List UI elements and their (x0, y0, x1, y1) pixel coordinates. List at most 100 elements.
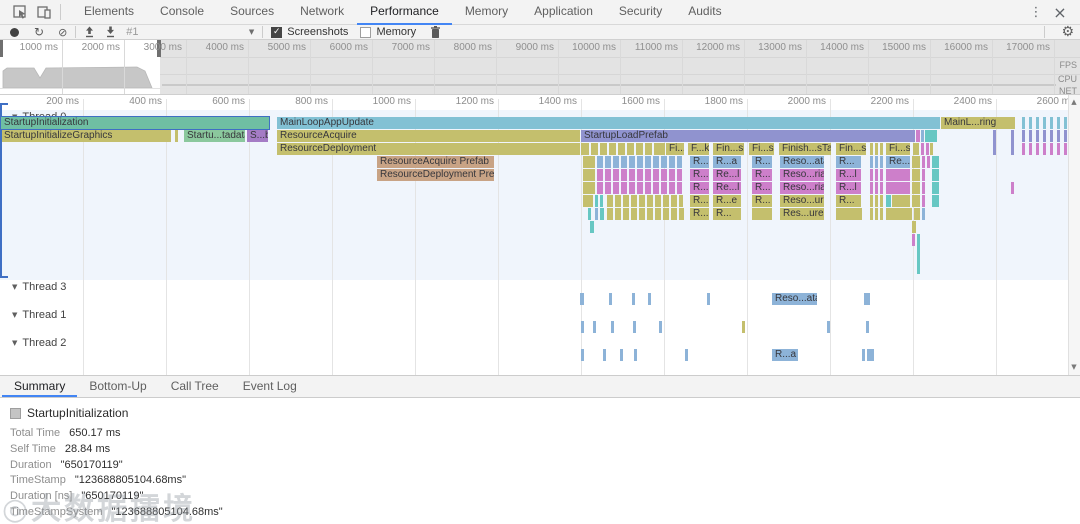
flame-segment[interactable] (1036, 117, 1039, 129)
flame-segment[interactable] (623, 208, 629, 220)
flame-segment[interactable] (886, 195, 891, 207)
flame-segment[interactable] (639, 195, 645, 207)
event-reso-ata[interactable]: Reso...ata (780, 156, 824, 168)
flame-segment[interactable] (1050, 117, 1053, 129)
event-r[interactable]: R... (836, 156, 861, 168)
flame-segment[interactable] (870, 143, 873, 155)
flame-segment[interactable] (922, 195, 925, 207)
flame-segment[interactable] (864, 293, 870, 305)
flame-segment[interactable] (583, 156, 595, 168)
flame-segment[interactable] (593, 321, 596, 333)
flame-segment[interactable] (912, 195, 920, 207)
flame-segment[interactable] (613, 156, 619, 168)
more-options-icon[interactable]: ⋮ (1024, 0, 1048, 24)
flame-segment[interactable] (609, 293, 612, 305)
tab-security[interactable]: Security (606, 0, 675, 25)
flame-segment[interactable] (671, 195, 677, 207)
flame-segment[interactable] (590, 221, 594, 233)
flame-segment[interactable] (912, 169, 920, 181)
flame-segment[interactable] (663, 208, 669, 220)
flame-segment[interactable] (922, 156, 925, 168)
flame-segment[interactable] (870, 169, 873, 181)
flame-segment[interactable] (659, 321, 662, 333)
flame-segment[interactable] (932, 182, 939, 194)
flame-segment[interactable] (647, 195, 653, 207)
flame-segment[interactable] (1029, 117, 1032, 129)
flame-segment[interactable] (583, 182, 595, 194)
event-reso-rial[interactable]: Reso...rial (780, 182, 824, 194)
flame-segment[interactable] (679, 208, 684, 220)
tab-call-tree[interactable]: Call Tree (159, 376, 231, 397)
flame-segment[interactable] (636, 143, 643, 155)
flame-segment[interactable] (1029, 130, 1032, 142)
flame-segment[interactable] (583, 195, 593, 207)
thread-header-thread-3[interactable]: ▼ Thread 3 (12, 281, 66, 293)
tab-console[interactable]: Console (147, 0, 217, 25)
flame-segment[interactable] (886, 182, 910, 194)
flame-segment[interactable] (600, 143, 607, 155)
event-r[interactable]: R... (752, 195, 772, 207)
flame-segment[interactable] (605, 182, 611, 194)
flame-segment[interactable] (1043, 130, 1046, 142)
scroll-up-icon[interactable]: ▲ (1068, 98, 1080, 106)
flame-segment[interactable] (1064, 143, 1067, 155)
event-f-k[interactable]: F...k (688, 143, 709, 155)
flame-segment[interactable] (880, 169, 883, 181)
flame-segment[interactable] (870, 195, 873, 207)
flame-segment[interactable] (595, 208, 598, 220)
event-r[interactable]: R... (752, 169, 772, 181)
flame-segment[interactable] (597, 182, 603, 194)
flame-segment[interactable] (1057, 130, 1060, 142)
flame-segment[interactable] (1043, 117, 1046, 129)
screenshots-checkbox[interactable]: ✓ (271, 26, 283, 38)
tab-performance[interactable]: Performance (357, 0, 452, 25)
event-re-l[interactable]: Re...l (713, 169, 741, 181)
flame-segment[interactable] (583, 169, 595, 181)
flame-segment[interactable] (669, 169, 675, 181)
flame-segment[interactable] (621, 182, 627, 194)
flame-segment[interactable] (632, 293, 635, 305)
flame-segment[interactable] (930, 143, 933, 155)
event-reso-rial[interactable]: Reso...rial (780, 169, 824, 181)
flame-segment[interactable] (620, 349, 623, 361)
record-button[interactable] (10, 27, 19, 37)
flame-segment[interactable] (605, 169, 611, 181)
flame-segment[interactable] (645, 169, 651, 181)
flame-segment[interactable] (926, 143, 929, 155)
event-r[interactable]: R... (836, 195, 861, 207)
event-r[interactable]: R... (690, 156, 709, 168)
flame-segment[interactable] (922, 169, 925, 181)
flame-segment[interactable] (1036, 130, 1039, 142)
flame-segment[interactable] (645, 182, 651, 194)
thread-header-thread-2[interactable]: ▼ Thread 2 (12, 337, 66, 349)
event-r[interactable]: R... (752, 156, 772, 168)
flame-segment[interactable] (880, 156, 883, 168)
flame-segment[interactable] (654, 143, 661, 155)
flame-segment[interactable] (1064, 117, 1067, 129)
event-mainl-ring[interactable]: MainL...ring (941, 117, 1015, 129)
flame-segment[interactable] (922, 208, 925, 220)
flame-segment[interactable] (663, 195, 669, 207)
flame-segment[interactable] (870, 156, 873, 168)
flame-segment[interactable] (609, 143, 616, 155)
flame-segment[interactable] (886, 208, 912, 220)
flame-segment[interactable] (867, 349, 874, 361)
event-finish-stask[interactable]: Finish...sTask (779, 143, 831, 155)
close-icon[interactable]: × (1048, 0, 1072, 24)
event-resourceacquire[interactable]: ResourceAcquire (277, 130, 580, 142)
inspect-element-icon[interactable] (8, 0, 32, 24)
flame-segment[interactable] (613, 182, 619, 194)
scroll-down-icon[interactable]: ▼ (1068, 363, 1080, 371)
flame-segment[interactable] (633, 321, 636, 333)
flame-segment[interactable] (621, 156, 627, 168)
flame-segment[interactable] (581, 143, 589, 155)
flame-segment[interactable] (629, 169, 635, 181)
flame-segment[interactable] (932, 195, 939, 207)
flame-segment[interactable] (892, 195, 910, 207)
flame-segment[interactable] (679, 195, 683, 207)
flame-segment[interactable] (653, 169, 659, 181)
flame-segment[interactable] (1043, 143, 1046, 155)
flame-segment[interactable] (639, 208, 645, 220)
flame-segment[interactable] (645, 156, 651, 168)
flame-segment[interactable] (607, 208, 613, 220)
